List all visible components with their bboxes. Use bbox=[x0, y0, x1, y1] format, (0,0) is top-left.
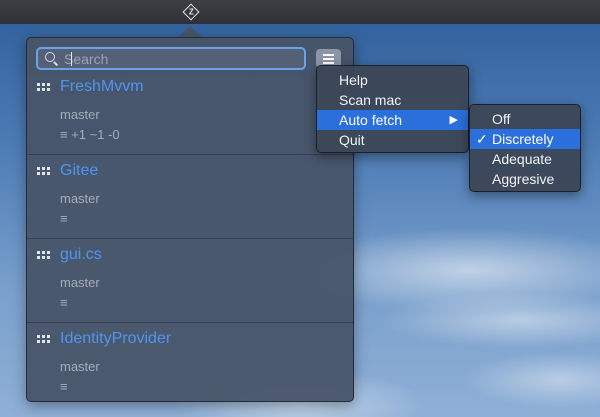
repo-status: ≡ bbox=[60, 211, 68, 226]
repo-grid-icon bbox=[37, 335, 51, 345]
context-menu: Help Scan mac Auto fetch ▶ Quit bbox=[316, 65, 469, 153]
repo-item[interactable]: IdentityProvider master ≡ bbox=[27, 323, 353, 401]
submenu-item-adequate[interactable]: Adequate bbox=[470, 149, 580, 169]
popover-arrow bbox=[178, 26, 202, 37]
repo-grid-icon bbox=[37, 251, 51, 261]
menu-item-label: Auto fetch bbox=[339, 112, 403, 128]
repo-branch: master bbox=[60, 107, 100, 122]
repo-grid-icon bbox=[37, 167, 51, 177]
menu-bar: Z bbox=[0, 0, 600, 24]
submenu-item-off[interactable]: Off bbox=[470, 109, 580, 129]
search-icon bbox=[43, 50, 61, 68]
menu-item-quit[interactable]: Quit bbox=[317, 130, 468, 150]
app-tray-icon[interactable]: Z bbox=[182, 3, 199, 20]
repo-item[interactable]: Gitee master ≡ bbox=[27, 155, 353, 239]
menu-item-scan-mac[interactable]: Scan mac bbox=[317, 90, 468, 110]
submenu-item-discretely[interactable]: ✓ Discretely bbox=[470, 129, 580, 149]
submenu-item-aggresive[interactable]: Aggresive bbox=[470, 169, 580, 189]
search-box[interactable] bbox=[36, 47, 306, 70]
repo-item[interactable]: gui.cs master ≡ bbox=[27, 239, 353, 323]
repo-name[interactable]: FreshMvvm bbox=[60, 78, 144, 96]
repo-branch: master bbox=[60, 359, 100, 374]
repo-list: FreshMvvm master ≡ +1 ~1 -0 Gitee master… bbox=[27, 71, 353, 401]
repo-branch: master bbox=[60, 275, 100, 290]
search-input[interactable] bbox=[61, 49, 294, 68]
repo-status: ≡ +1 ~1 -0 bbox=[60, 127, 120, 142]
repo-name[interactable]: gui.cs bbox=[60, 246, 102, 264]
repo-name[interactable]: Gitee bbox=[60, 162, 98, 180]
repo-status: ≡ bbox=[60, 295, 68, 310]
repo-name[interactable]: IdentityProvider bbox=[60, 330, 171, 348]
repo-status: ≡ bbox=[60, 379, 68, 394]
repo-item[interactable]: FreshMvvm master ≡ +1 ~1 -0 bbox=[27, 71, 353, 155]
menu-item-help[interactable]: Help bbox=[317, 70, 468, 90]
repo-popover: FreshMvvm master ≡ +1 ~1 -0 Gitee master… bbox=[26, 37, 354, 402]
auto-fetch-submenu: Off ✓ Discretely Adequate Aggresive bbox=[469, 104, 581, 192]
repo-branch: master bbox=[60, 191, 100, 206]
checkmark-icon: ✓ bbox=[476, 131, 488, 147]
repo-grid-icon bbox=[37, 83, 51, 93]
submenu-arrow-icon: ▶ bbox=[449, 114, 458, 126]
text-caret bbox=[71, 52, 72, 66]
menu-item-auto-fetch[interactable]: Auto fetch ▶ bbox=[317, 110, 468, 130]
submenu-item-label: Discretely bbox=[492, 131, 554, 147]
